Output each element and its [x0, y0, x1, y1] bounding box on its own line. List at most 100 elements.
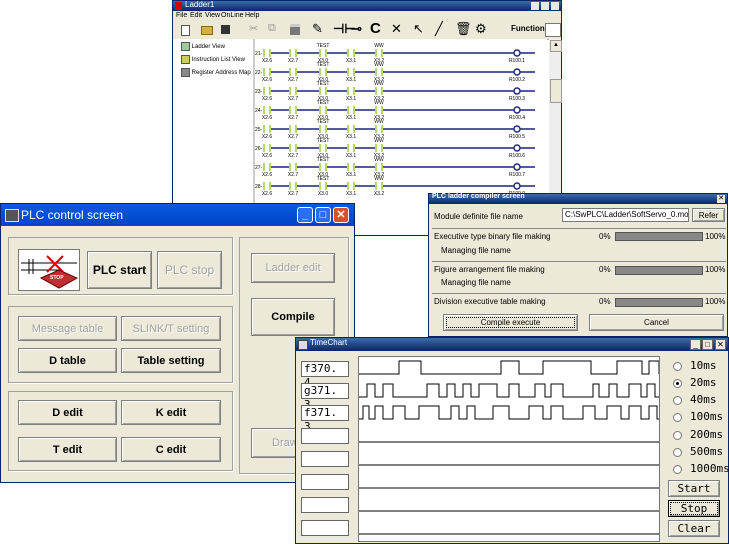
copy-icon[interactable]: ⧉ [268, 22, 276, 35]
coil-symbol [513, 182, 521, 190]
plc-maximize-button[interactable]: □ [315, 207, 331, 223]
rate-10ms-radio[interactable] [673, 362, 682, 371]
contact-label: X2.7 [288, 153, 299, 159]
open-icon[interactable] [201, 26, 213, 35]
contact-label: X3.1 [346, 172, 357, 178]
c-icon[interactable]: C [370, 20, 381, 37]
plc-start-button[interactable]: PLC start [87, 251, 152, 289]
pencil-icon[interactable]: ✎ [312, 21, 323, 37]
timechart-window: TimeChart _ □ ✕ f370. 4 g371. 3 f371. 3 [295, 337, 729, 544]
d-table-button[interactable]: D table [18, 348, 117, 373]
close-button[interactable] [551, 2, 559, 10]
module-path-value: C:\SwPLC\Ladder\SoftServo_0.mo [565, 210, 689, 219]
maximize-button[interactable] [541, 2, 549, 10]
contact-label: X2.7 [288, 58, 299, 64]
new-icon[interactable] [181, 25, 190, 36]
waveform-plot [359, 360, 660, 535]
rung-number: 22- [255, 70, 263, 76]
rate-100ms-radio[interactable] [673, 413, 682, 422]
instruction-list-icon [181, 55, 190, 64]
timechart-close-button[interactable]: ✕ [715, 339, 726, 350]
slink-setting-button[interactable]: SLINK/T setting [121, 316, 221, 341]
rate-40ms-radio[interactable] [673, 396, 682, 405]
rate-1000ms-radio[interactable] [673, 465, 682, 474]
contact-header-label: WW [374, 100, 384, 106]
contact-header-label: WW [374, 81, 384, 87]
timechart-maximize-button[interactable]: □ [702, 339, 713, 350]
plc-close-button[interactable]: ✕ [333, 207, 349, 223]
plc-minimize-button[interactable]: _ [297, 207, 313, 223]
coil-symbol [513, 106, 521, 114]
menu-online[interactable]: OnLine [221, 11, 244, 21]
section1-label: Executive type binary file making [434, 232, 551, 241]
tree-register-map[interactable]: Register Address Map [181, 68, 251, 77]
ladder-view-icon [181, 42, 190, 51]
signal-field-7[interactable] [301, 497, 349, 513]
menu-help[interactable]: Help [245, 11, 259, 21]
scroll-thumb[interactable] [550, 79, 562, 103]
coil-symbol [513, 49, 521, 57]
divider [432, 293, 726, 294]
ladder-app-icon [175, 2, 182, 10]
rate-500ms-radio[interactable] [673, 448, 682, 457]
signal-field-3[interactable]: f371. 3 [301, 405, 349, 433]
rate-1000ms-label: 1000ms [690, 462, 729, 475]
table-setting-button[interactable]: Table setting [121, 348, 221, 373]
cut-icon[interactable]: ✂ [249, 22, 258, 35]
message-table-button[interactable]: Message table [18, 316, 117, 341]
cancel-button[interactable]: Cancel [589, 314, 724, 331]
signal-field-1[interactable]: f370. 4 [301, 361, 349, 389]
menu-file[interactable]: File [176, 11, 187, 21]
trash-icon[interactable]: 🗑 [455, 21, 472, 37]
tree-ladder-view[interactable]: Ladder View [181, 42, 225, 51]
compiler-close-button[interactable]: ✕ [717, 195, 725, 203]
rate-20ms-radio[interactable] [673, 379, 682, 388]
signal-field-8[interactable] [301, 520, 349, 536]
contact-label: X3.1 [346, 96, 357, 102]
refer-button[interactable]: Refer [692, 208, 725, 222]
menu-view[interactable]: View [205, 11, 220, 21]
print-icon[interactable] [290, 24, 300, 35]
k-edit-button[interactable]: K edit [121, 400, 221, 425]
start-button[interactable]: Start [668, 480, 720, 497]
contact-header-label: TEST [317, 100, 330, 106]
signal-field-2[interactable]: g371. 3 [301, 383, 349, 411]
signal-field-4[interactable] [301, 428, 349, 444]
signal-field-5[interactable] [301, 451, 349, 467]
module-path-field[interactable]: C:\SwPLC\Ladder\SoftServo_0.mo [562, 208, 689, 222]
function-field[interactable] [545, 23, 561, 37]
scroll-up-icon[interactable]: ▲ [550, 40, 562, 52]
signal-field-6[interactable] [301, 474, 349, 490]
save-icon[interactable] [221, 25, 230, 34]
settings-icon[interactable]: ⚙ [475, 21, 487, 37]
coil-symbol [513, 125, 521, 133]
timechart-minimize-button[interactable]: _ [690, 339, 701, 350]
ladder-edit-button[interactable]: Ladder edit [251, 253, 335, 283]
plc-stop-button[interactable]: PLC stop [157, 251, 222, 289]
ladder-menubar: File Edit View OnLine Help [173, 11, 561, 21]
tree-instruction-list[interactable]: Instruction List View [181, 55, 245, 64]
compile-execute-button[interactable]: Compile execute [443, 314, 578, 331]
rate-200ms-radio[interactable] [673, 431, 682, 440]
contact-header-label: WW [374, 176, 384, 182]
t-edit-button[interactable]: T edit [18, 437, 117, 462]
divider [432, 228, 726, 229]
timechart-titlebar: TimeChart _ □ ✕ [296, 338, 728, 351]
section2-end-pct: 100% [705, 265, 726, 274]
contact-label: X3.2 [374, 191, 385, 197]
coil-icon[interactable]: ⊸ [351, 21, 362, 37]
pointer-icon[interactable]: ↖ [413, 21, 424, 37]
coil-label: R100.2 [509, 77, 525, 83]
delete-icon[interactable]: ✕ [391, 21, 402, 37]
line-icon[interactable]: ╱ [435, 21, 443, 37]
stop-button[interactable]: Stop [668, 500, 720, 517]
minimize-button[interactable] [531, 2, 539, 10]
section1-start-pct: 0% [599, 232, 611, 241]
clear-button[interactable]: Clear [668, 520, 720, 537]
d-edit-button[interactable]: D edit [18, 400, 117, 425]
menu-edit[interactable]: Edit [190, 11, 202, 21]
c-edit-button[interactable]: C edit [121, 437, 221, 462]
contact-label: X3.1 [346, 58, 357, 64]
rate-40ms-label: 40ms [690, 393, 717, 406]
compile-button[interactable]: Compile [251, 298, 335, 336]
